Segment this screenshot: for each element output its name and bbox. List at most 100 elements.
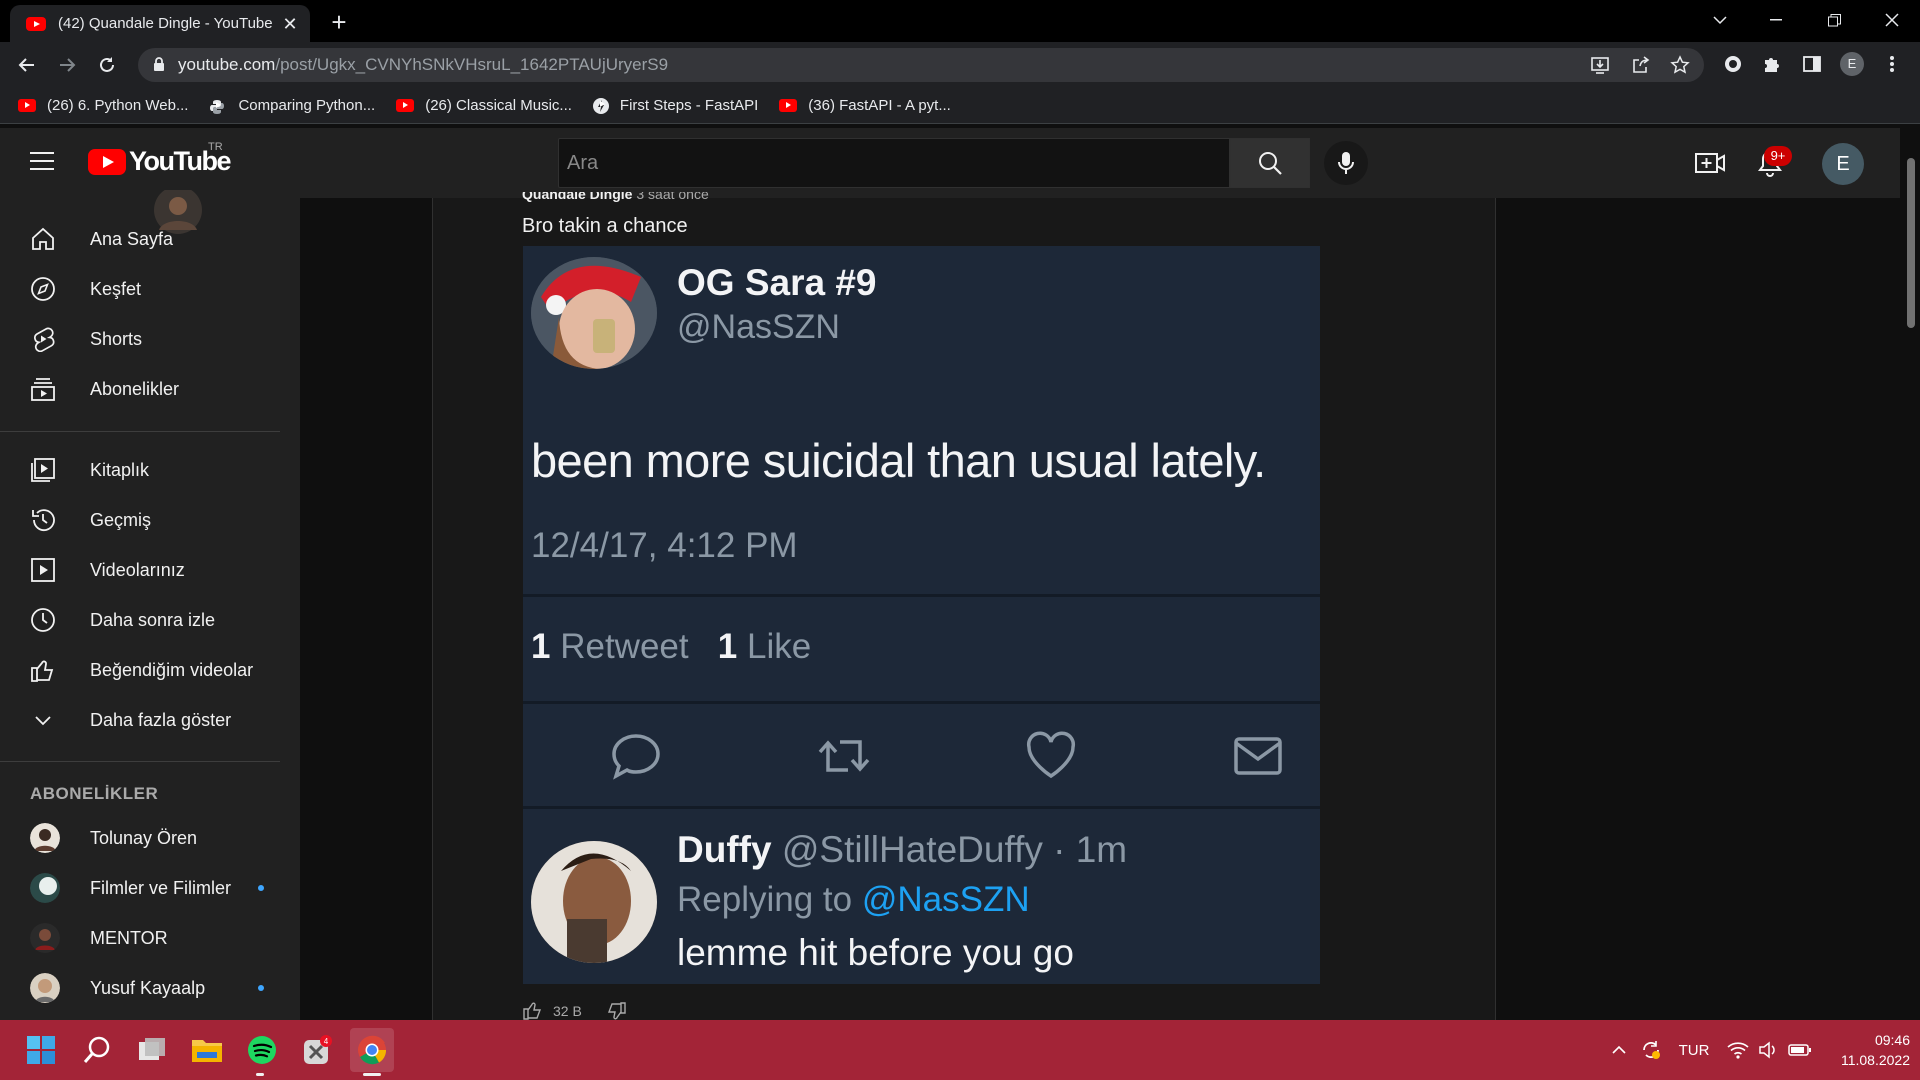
volume-icon[interactable] — [1754, 1020, 1782, 1080]
minimize-button[interactable] — [1748, 0, 1804, 40]
youtube-favicon-icon — [26, 16, 46, 31]
subscription-channel[interactable]: Yusuf Kayaalp — [0, 963, 280, 1013]
bookmark-item[interactable]: (26) Classical Music... — [396, 97, 572, 114]
youtube-masthead: YouTube TR 9+ — [0, 128, 1920, 198]
sidebar-item-liked-videos[interactable]: Beğendiğim videolar — [0, 645, 280, 695]
tweet-author-handle: @NasSZN — [677, 308, 840, 346]
subscription-channel[interactable]: Filmler ve Filimler — [0, 863, 280, 913]
post-author-avatar[interactable] — [153, 190, 203, 235]
sidebar-item-history[interactable]: Geçmiş — [0, 495, 280, 545]
subscription-channel[interactable]: MENTOR — [0, 913, 280, 963]
channel-avatar — [30, 923, 60, 953]
explore-icon — [31, 277, 55, 301]
youtube-icon — [396, 99, 415, 112]
sidebar-item-watch-later[interactable]: Daha sonra izle — [0, 595, 280, 645]
voice-search-button[interactable] — [1324, 141, 1368, 185]
youtube-icon — [18, 99, 36, 112]
chrome-icon[interactable] — [350, 1028, 394, 1072]
reply-icon — [612, 734, 660, 780]
sidebar-item-explore[interactable]: Keşfet — [0, 264, 280, 314]
tweet-divider — [523, 806, 1320, 809]
reply-text: lemme hit before you go — [677, 932, 1074, 973]
create-video-button[interactable] — [1692, 145, 1728, 181]
new-content-dot — [258, 985, 264, 991]
library-icon — [31, 458, 55, 482]
thumbs-up-icon — [31, 660, 54, 682]
chrome-menu-icon[interactable] — [1877, 49, 1907, 79]
channel-avatar — [30, 873, 60, 903]
share-icon[interactable] — [1629, 53, 1653, 77]
search-icon[interactable] — [75, 1028, 119, 1072]
new-tab-button[interactable]: + — [325, 9, 353, 37]
chrome-profile-icon[interactable]: E — [1837, 49, 1867, 79]
sync-icon[interactable] — [1635, 1020, 1667, 1080]
mail-icon — [1234, 737, 1282, 775]
task-view-icon[interactable] — [130, 1028, 174, 1072]
file-explorer-icon[interactable] — [185, 1028, 229, 1072]
fastapi-icon — [592, 97, 609, 114]
tray-overflow-chevron-icon[interactable] — [1605, 1020, 1633, 1080]
spotify-icon[interactable] — [240, 1028, 284, 1072]
sidebar-divider — [0, 431, 280, 432]
reload-button[interactable] — [92, 50, 122, 80]
bookmark-item[interactable]: (36) FastAPI - A pyt... — [779, 97, 951, 114]
sidebar-item-your-videos[interactable]: Videolarınız — [0, 545, 280, 595]
app-icon[interactable]: 4 — [295, 1028, 339, 1072]
sidebar-item-shorts[interactable]: Shorts — [0, 314, 280, 364]
search-button[interactable] — [1230, 138, 1310, 188]
start-windows-icon[interactable] — [19, 1028, 63, 1072]
tweet-author-name: OG Sara #9 — [677, 262, 877, 303]
tweet-author-avatar — [531, 257, 657, 369]
back-button[interactable] — [12, 50, 42, 80]
scrollbar-thumb[interactable] — [1907, 158, 1915, 328]
bookmark-star-icon[interactable] — [1668, 53, 1692, 77]
browser-tab-active[interactable]: (42) Quandale Dingle - YouTube ✕ — [10, 5, 310, 42]
subscriptions-icon — [31, 378, 55, 401]
extensions-puzzle-icon[interactable] — [1757, 49, 1787, 79]
input-language[interactable]: TUR — [1672, 1020, 1716, 1080]
extension-circle-icon[interactable] — [1718, 49, 1748, 79]
like-button-icon[interactable] — [523, 1002, 543, 1020]
system-clock[interactable]: 09:46 11.08.2022 — [1820, 1030, 1910, 1070]
search-input[interactable] — [559, 139, 1229, 187]
sidebar-item-home[interactable]: Ana Sayfa — [0, 214, 280, 264]
bookmark-item[interactable]: First Steps - FastAPI — [592, 97, 758, 114]
lock-icon — [153, 57, 165, 72]
side-panel-icon[interactable] — [1797, 49, 1827, 79]
forward-button[interactable] — [52, 50, 82, 80]
close-window-button[interactable] — [1864, 0, 1920, 40]
shorts-icon — [34, 327, 55, 352]
replying-to: Replying to @NasSZN — [677, 880, 1030, 919]
tab-search-icon[interactable] — [1692, 0, 1748, 40]
tweet-divider — [523, 594, 1320, 597]
address-bar[interactable]: youtube.com/post/Ugkx_CVNYhSNkVHsruL_164… — [138, 48, 1704, 82]
battery-icon[interactable] — [1784, 1020, 1816, 1080]
bookmark-item[interactable]: Comparing Python... — [209, 97, 375, 114]
sidebar-show-more[interactable]: Daha fazla göster — [0, 695, 280, 745]
install-app-icon[interactable] — [1588, 53, 1612, 77]
channel-avatar — [30, 973, 60, 1003]
bookmark-item[interactable]: (26) 6. Python Web... — [18, 97, 188, 114]
youtube-logo[interactable]: YouTube TR — [88, 141, 231, 177]
python-icon — [209, 99, 227, 114]
channel-avatar — [30, 823, 60, 853]
reply-author: Duffy @StillHateDuffy · 1m — [677, 829, 1128, 870]
dislike-button-icon[interactable] — [606, 1002, 626, 1020]
search-icon — [1259, 152, 1282, 175]
subscriptions-heading: ABONELİKLER — [30, 784, 159, 803]
svg-text:4: 4 — [324, 1037, 329, 1046]
tab-close-icon[interactable]: ✕ — [280, 14, 300, 34]
watch-later-icon — [31, 608, 55, 632]
home-icon — [32, 227, 54, 250]
like-count: 32 B — [553, 1003, 582, 1019]
windows-taskbar: 4 TUR 09:46 11.08.2022 — [0, 1020, 1920, 1080]
sidebar-item-library[interactable]: Kitaplık — [0, 445, 280, 495]
subscription-channel[interactable]: Tolunay Ören — [0, 813, 280, 863]
account-avatar[interactable]: E — [1822, 143, 1864, 185]
wifi-icon[interactable] — [1724, 1020, 1752, 1080]
restore-button[interactable] — [1806, 0, 1862, 40]
create-video-icon — [1695, 153, 1725, 173]
sidebar-item-subscriptions[interactable]: Abonelikler — [0, 364, 280, 414]
menu-hamburger-icon[interactable] — [30, 150, 58, 176]
active-indicator — [363, 1073, 381, 1076]
